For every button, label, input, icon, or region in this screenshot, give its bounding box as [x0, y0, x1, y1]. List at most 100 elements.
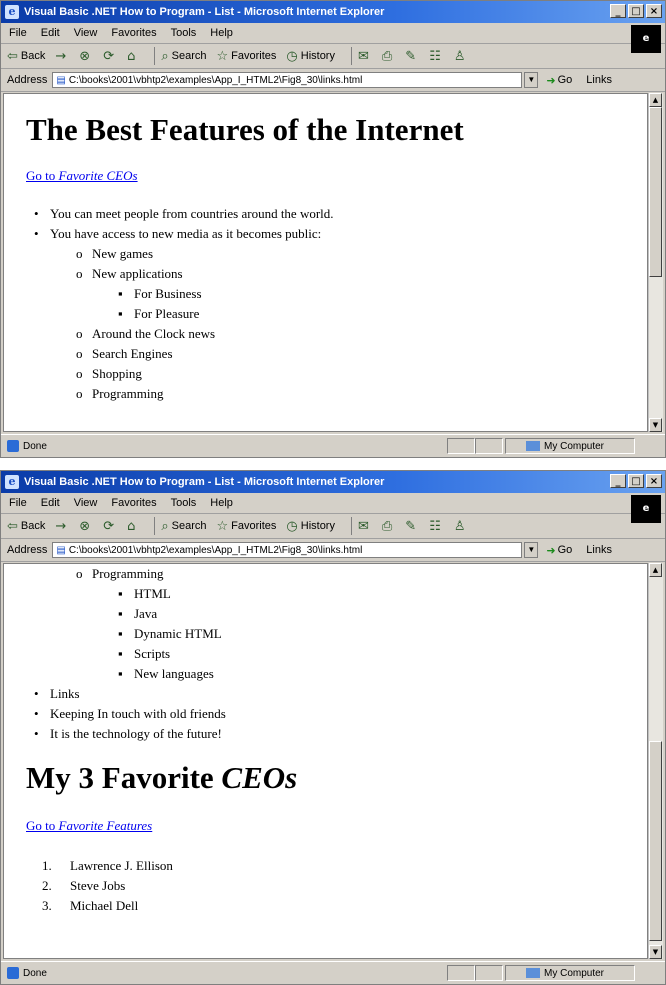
page-content: o Programming ▪ HTML ▪ Java ▪ Dynamic HTML ▪…	[3, 563, 648, 959]
scroll-thumb[interactable]	[649, 107, 662, 277]
links-button[interactable]: Links	[586, 74, 612, 86]
list-item: ▪ New languages	[118, 666, 214, 681]
address-bar: Address ▤ C:\books\2001\vbhtp2\examples\A…	[1, 539, 665, 562]
close-button[interactable]: ×	[646, 474, 662, 488]
stop-button[interactable]: ⊗	[79, 49, 93, 64]
menu-file[interactable]: File	[9, 27, 27, 39]
vertical-scrollbar[interactable]: ▲ ▼	[648, 93, 663, 432]
home-icon: ⌂	[127, 48, 136, 64]
scroll-up-button[interactable]: ▲	[649, 563, 662, 577]
security-zone: My Computer	[505, 438, 635, 454]
print-button[interactable]: ⎙	[382, 49, 395, 64]
address-input[interactable]: ▤ C:\books\2001\vbhtp2\examples\App_I_HTM…	[52, 72, 523, 88]
menu-edit[interactable]: Edit	[41, 497, 60, 509]
edit-icon: ✎	[405, 48, 417, 64]
favorite-features-link[interactable]: Go to Favorite Features	[26, 818, 152, 834]
menu-favorites[interactable]: Favorites	[111, 27, 156, 39]
menu-favorites[interactable]: Favorites	[111, 497, 156, 509]
maximize-button[interactable]: □	[628, 474, 644, 488]
page-heading: The Best Features of the Internet	[26, 112, 464, 147]
discuss-button[interactable]: ☷	[429, 49, 444, 64]
computer-icon	[526, 441, 540, 451]
mail-button[interactable]: ✉	[358, 49, 372, 64]
list-item: ▪ Scripts	[118, 646, 171, 661]
links-button[interactable]: Links	[586, 544, 612, 556]
minimize-button[interactable]: _	[610, 474, 626, 488]
status-cell	[475, 965, 503, 981]
history-button[interactable]: ◷ History	[286, 49, 335, 64]
home-icon: ⌂	[127, 518, 136, 534]
edit-icon: ✎	[405, 518, 417, 534]
page-done-icon	[7, 967, 19, 979]
go-arrow-icon: ➜	[546, 73, 556, 87]
security-zone: My Computer	[505, 965, 635, 981]
status-cell	[447, 438, 475, 454]
refresh-button[interactable]: ⟳	[103, 519, 117, 534]
print-button[interactable]: ⎙	[382, 519, 395, 534]
print-icon: ⎙	[381, 518, 393, 534]
menu-edit[interactable]: Edit	[41, 27, 60, 39]
go-button[interactable]: ➜ Go	[546, 544, 572, 557]
menu-view[interactable]: View	[74, 497, 98, 509]
menu-help[interactable]: Help	[210, 27, 233, 39]
forward-button[interactable]: →	[55, 519, 69, 534]
page-icon: ▤	[56, 74, 66, 86]
back-button[interactable]: ⇦ Back	[7, 519, 45, 534]
back-button[interactable]: ⇦ Back	[7, 49, 45, 64]
refresh-button[interactable]: ⟳	[103, 49, 117, 64]
print-icon: ⎙	[381, 48, 393, 64]
list-item: ▪ For Business	[118, 286, 202, 301]
scroll-up-button[interactable]: ▲	[649, 93, 662, 107]
menu-tools[interactable]: Tools	[171, 497, 197, 509]
list-item: • It is the technology of the future!	[34, 726, 222, 741]
list-item: o Shopping	[76, 366, 142, 381]
title-bar[interactable]: e Visual Basic .NET How to Program - Lis…	[1, 1, 665, 23]
list-item: ▪ For Pleasure	[118, 306, 200, 321]
toolbar-separator	[350, 47, 352, 65]
discuss-button[interactable]: ☷	[429, 519, 444, 534]
maximize-button[interactable]: □	[628, 4, 644, 18]
status-bar: Done My Computer	[1, 434, 665, 457]
history-icon: ◷	[286, 48, 298, 64]
scroll-thumb[interactable]	[649, 741, 662, 941]
page-done-icon	[7, 440, 19, 452]
title-bar[interactable]: e Visual Basic .NET How to Program - Lis…	[1, 471, 665, 493]
list-item: o Programming	[76, 386, 164, 401]
menu-help[interactable]: Help	[210, 497, 233, 509]
address-dropdown-button[interactable]: ▼	[524, 542, 539, 558]
home-button[interactable]: ⌂	[127, 49, 138, 64]
favorites-button[interactable]: ☆ Favorites	[217, 49, 277, 64]
menu-file[interactable]: File	[9, 497, 27, 509]
search-button[interactable]: ⌕ Search	[161, 49, 206, 64]
mail-icon: ✉	[357, 48, 369, 64]
scroll-down-button[interactable]: ▼	[649, 418, 662, 432]
list-item: • Links	[34, 686, 80, 701]
menu-tools[interactable]: Tools	[171, 27, 197, 39]
edit-button[interactable]: ✎	[405, 49, 419, 64]
edit-button[interactable]: ✎	[405, 519, 419, 534]
messenger-button[interactable]: ♙	[454, 519, 469, 534]
forward-arrow-icon: →	[55, 48, 67, 64]
window-title: Visual Basic .NET How to Program - List …	[24, 6, 385, 18]
home-button[interactable]: ⌂	[127, 519, 138, 534]
go-button[interactable]: ➜ Go	[546, 74, 572, 87]
history-button[interactable]: ◷ History	[286, 519, 335, 534]
scroll-down-button[interactable]: ▼	[649, 945, 662, 959]
list-item: • Keeping In touch with old friends	[34, 706, 226, 721]
forward-button[interactable]: →	[55, 49, 69, 64]
windows-logo-icon: e	[631, 495, 661, 523]
search-button[interactable]: ⌕ Search	[161, 519, 206, 534]
list-item: ▪ Java	[118, 606, 158, 621]
minimize-button[interactable]: _	[610, 4, 626, 18]
vertical-scrollbar[interactable]: ▲ ▼	[648, 563, 663, 959]
favorite-ceos-link[interactable]: Go to Favorite CEOs	[26, 168, 138, 184]
close-button[interactable]: ×	[646, 4, 662, 18]
favorites-button[interactable]: ☆ Favorites	[217, 519, 277, 534]
mail-button[interactable]: ✉	[358, 519, 372, 534]
address-input[interactable]: ▤ C:\books\2001\vbhtp2\examples\App_I_HTM…	[52, 542, 523, 558]
stop-button[interactable]: ⊗	[79, 519, 93, 534]
menu-view[interactable]: View	[74, 27, 98, 39]
address-dropdown-button[interactable]: ▼	[524, 72, 539, 88]
messenger-button[interactable]: ♙	[454, 49, 469, 64]
go-arrow-icon: ➜	[546, 543, 556, 557]
